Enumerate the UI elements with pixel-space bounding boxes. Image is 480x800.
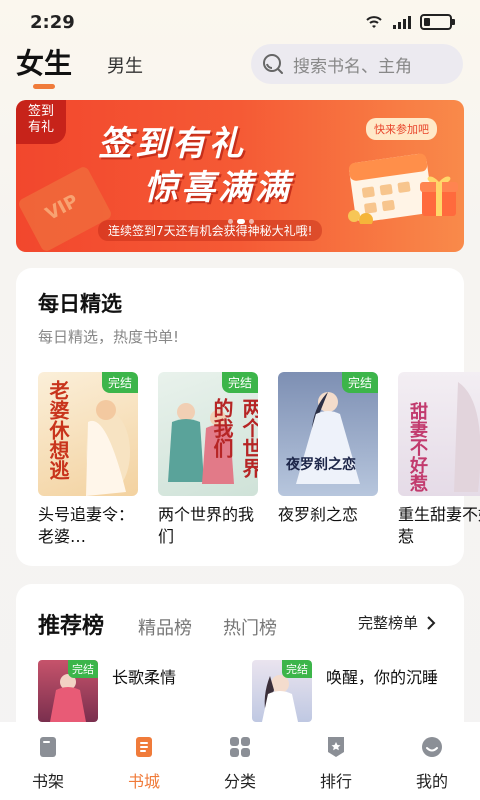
rank-book-title[interactable]: 长歌柔情	[112, 666, 232, 722]
status-time: 2:29	[30, 12, 75, 33]
tab-female[interactable]: 女生	[16, 42, 72, 82]
completed-badge: 完结	[221, 372, 258, 393]
book-title[interactable]: 夜罗刹之恋	[278, 504, 378, 548]
book-cover[interactable]: 完结 两个世界的我们	[158, 372, 258, 496]
book-list: 完结 老婆休想逃 头号追妻令：老婆… 完结 两个世界的我们 两个世界的我们 完结…	[38, 372, 480, 548]
book-cover[interactable]: 完结 老婆休想逃	[38, 372, 138, 496]
book-title[interactable]: 两个世界的我们	[158, 504, 258, 548]
nav-label: 书架	[31, 772, 64, 791]
nav-label: 分类	[223, 772, 256, 791]
battery-icon	[420, 14, 455, 30]
active-tab-indicator	[33, 84, 55, 89]
book-title[interactable]: 头号追妻令：老婆…	[38, 504, 138, 548]
search-input[interactable]: 搜索书名、主角	[251, 44, 463, 84]
banner-cta-button[interactable]: 快来参加吧	[366, 118, 437, 140]
cover-title-art: 两个世界的我们	[210, 398, 258, 478]
pager-dot	[249, 219, 254, 224]
full-rank-label: 完整榜单	[358, 614, 419, 632]
nav-profile[interactable]: 我的	[384, 722, 480, 800]
nav-category[interactable]: 分类	[192, 722, 288, 800]
pager-dot-active	[237, 219, 245, 224]
gift-illustration	[420, 176, 458, 216]
section-subtitle: 每日精选，热度书单!	[38, 328, 180, 346]
nav-ranking[interactable]: 排行	[288, 722, 384, 800]
tab-male[interactable]: 男生	[107, 52, 143, 78]
cover-title-art: 甜妻不好惹	[407, 402, 428, 492]
status-bar: 2:29	[0, 0, 480, 44]
section-title: 每日精选	[38, 292, 122, 316]
rank-item[interactable]: 完结 长歌柔情	[38, 660, 232, 722]
completed-badge: 完结	[282, 660, 312, 678]
book-cover[interactable]: 完结	[38, 660, 98, 722]
book-item[interactable]: 完结 夜罗刹之恋 夜罗刹之恋	[278, 372, 378, 548]
rank-tab-quality[interactable]: 精品榜	[138, 614, 192, 640]
bookstore-icon	[136, 737, 152, 757]
book-item[interactable]: 完结 两个世界的我们 两个世界的我们	[158, 372, 258, 548]
rank-tab-hot[interactable]: 热门榜	[223, 614, 277, 640]
rank-tab-recommend[interactable]: 推荐榜	[38, 608, 104, 640]
completed-badge: 完结	[68, 660, 98, 678]
wifi-icon	[366, 16, 382, 28]
nav-label: 我的	[415, 772, 448, 791]
bottom-nav: 书架 书城 分类 排行 我的	[0, 722, 480, 800]
book-title[interactable]: 重生甜妻不好惹	[398, 504, 480, 548]
banner-pager	[228, 219, 254, 224]
ranking-icon	[328, 737, 344, 757]
nav-bookshelf[interactable]: 书架	[0, 722, 96, 800]
chevron-right-icon	[427, 615, 436, 630]
bookshelf-icon	[40, 737, 56, 757]
rank-item[interactable]: 完结 唤醒，你的沉睡	[252, 660, 446, 722]
search-icon	[263, 54, 283, 74]
book-cover[interactable]: 完结	[252, 660, 312, 722]
book-cover[interactable]: 完结 夜罗刹之恋	[278, 372, 378, 496]
cover-title-art: 夜罗刹之恋	[286, 457, 356, 473]
completed-badge: 完结	[101, 372, 138, 393]
nav-label: 书城	[127, 772, 160, 791]
rank-book-title[interactable]: 唤醒，你的沉睡	[326, 666, 446, 722]
daily-picks-section: 每日精选 每日精选，热度书单! 完结 老婆休想逃 头号追妻令：老婆… 完结 两个…	[16, 268, 480, 566]
pager-dot	[228, 219, 233, 224]
completed-badge: 完结	[341, 372, 378, 393]
full-rank-link[interactable]: 完整榜单	[358, 612, 436, 633]
status-icons	[364, 14, 455, 30]
category-icon	[230, 737, 250, 757]
signal-icon	[393, 16, 411, 29]
profile-icon	[422, 737, 442, 757]
book-cover[interactable]: 甜妻不好惹	[398, 372, 480, 496]
cover-title-art: 老婆休想逃	[46, 380, 70, 480]
banner-title: 签到有礼	[98, 124, 246, 164]
search-placeholder: 搜索书名、主角	[293, 56, 412, 77]
banner-corner-tag: 签到 有礼	[16, 100, 66, 144]
vip-card-image: VIP	[16, 165, 114, 252]
book-item[interactable]: 甜妻不好惹 重生甜妻不好惹	[398, 372, 480, 548]
banner-subtitle: 连续签到7天还有机会获得神秘大礼哦!	[98, 220, 323, 241]
nav-bookstore[interactable]: 书城	[96, 722, 192, 800]
book-item[interactable]: 完结 老婆休想逃 头号追妻令：老婆…	[38, 372, 138, 548]
nav-label: 排行	[319, 772, 352, 791]
banner-title-2: 惊喜满满	[144, 168, 292, 208]
top-header: 女生 男生 搜索书名、主角	[0, 40, 480, 96]
checkin-banner[interactable]: VIP 签到 有礼 签到有礼 惊喜满满 快来参加吧 连续签到7天还有机会获得神秘…	[16, 100, 464, 252]
